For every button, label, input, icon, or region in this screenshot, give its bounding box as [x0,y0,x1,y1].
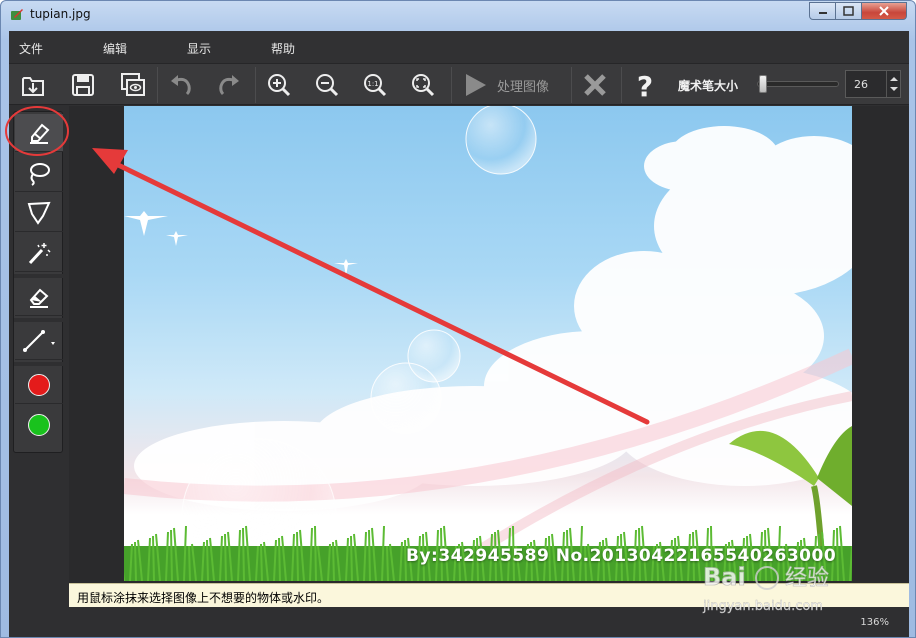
red-color-swatch [28,373,50,396]
polygon-lasso-icon [27,201,51,225]
green-color-swatch [28,414,50,436]
line-tool[interactable] [15,322,63,360]
menu-help[interactable]: 帮助 [271,40,295,57]
actual-size-icon[interactable]: 1:1 [359,69,391,101]
slider-thumb[interactable] [758,75,767,93]
toolbar: 1:1 处理图像 ? 魔术笔大小 26 [9,63,909,105]
eraser-tool[interactable] [15,278,63,316]
spin-up-icon[interactable] [890,77,898,81]
lasso-icon [30,162,50,186]
minimize-button[interactable] [809,2,836,20]
canvas-area[interactable]: By:342945589 No.20130422165540263000 [69,106,909,607]
zoom-in-icon[interactable] [263,69,295,101]
help-icon[interactable]: ? [629,69,661,101]
menu-file[interactable]: 文件 [19,40,43,57]
process-image-button[interactable]: 处理图像 [461,69,549,101]
polygon-lasso-tool[interactable] [15,194,63,232]
save-as-icon[interactable] [117,69,149,101]
svg-text:1:1: 1:1 [367,80,378,88]
eraser-icon [29,288,49,308]
sky-scene-image [124,106,852,581]
save-icon[interactable] [67,69,99,101]
status-bar: 136% [9,607,909,637]
redo-icon[interactable] [213,69,245,101]
marker-icon [30,123,50,144]
title-bar[interactable]: tupian.jpg [1,1,915,29]
app-window: tupian.jpg 文件 编辑 显示 帮助 1:1 处理图像 ? 魔术笔大小 … [0,0,916,638]
spin-down-icon[interactable] [890,87,898,91]
menu-view[interactable]: 显示 [187,40,211,57]
magic-wand-tool[interactable] [15,234,63,272]
magic-wand-icon [28,242,51,264]
brush-size-value[interactable]: 26 [854,78,868,91]
image-watermark: By:342945589 No.20130422165540263000 [406,546,837,566]
hint-text: 用鼠标涂抹来选择图像上不想要的物体或水印。 [77,591,330,605]
zoom-out-icon[interactable] [311,69,343,101]
line-icon [23,329,55,352]
svg-text:?: ? [637,70,653,100]
cancel-icon[interactable] [579,69,611,101]
tool-panel [13,111,64,453]
red-color-button[interactable] [15,366,63,404]
menu-bar: 文件 编辑 显示 帮助 [9,31,909,63]
play-icon [466,74,486,96]
maximize-button[interactable] [836,2,862,20]
menu-edit[interactable]: 编辑 [103,40,127,57]
open-icon[interactable] [17,69,49,101]
undo-icon[interactable] [165,69,197,101]
brush-size-slider[interactable] [753,75,839,93]
window-title: tupian.jpg [30,7,91,21]
client-area: 文件 编辑 显示 帮助 1:1 处理图像 ? 魔术笔大小 26 By:34294… [9,31,909,637]
brush-size-spinner[interactable]: 26 [845,70,901,98]
fit-window-icon[interactable] [407,69,439,101]
close-button[interactable] [862,2,907,20]
hint-bar: 用鼠标涂抹来选择图像上不想要的物体或水印。 [69,583,909,607]
marker-tool[interactable] [15,114,63,152]
process-image-label: 处理图像 [497,79,550,95]
zoom-level: 136% [860,617,889,628]
green-color-button[interactable] [15,406,63,444]
brush-size-label: 魔术笔大小 [678,79,739,93]
lasso-tool[interactable] [15,154,63,192]
image-canvas[interactable]: By:342945589 No.20130422165540263000 [124,106,852,581]
app-icon [11,9,23,20]
